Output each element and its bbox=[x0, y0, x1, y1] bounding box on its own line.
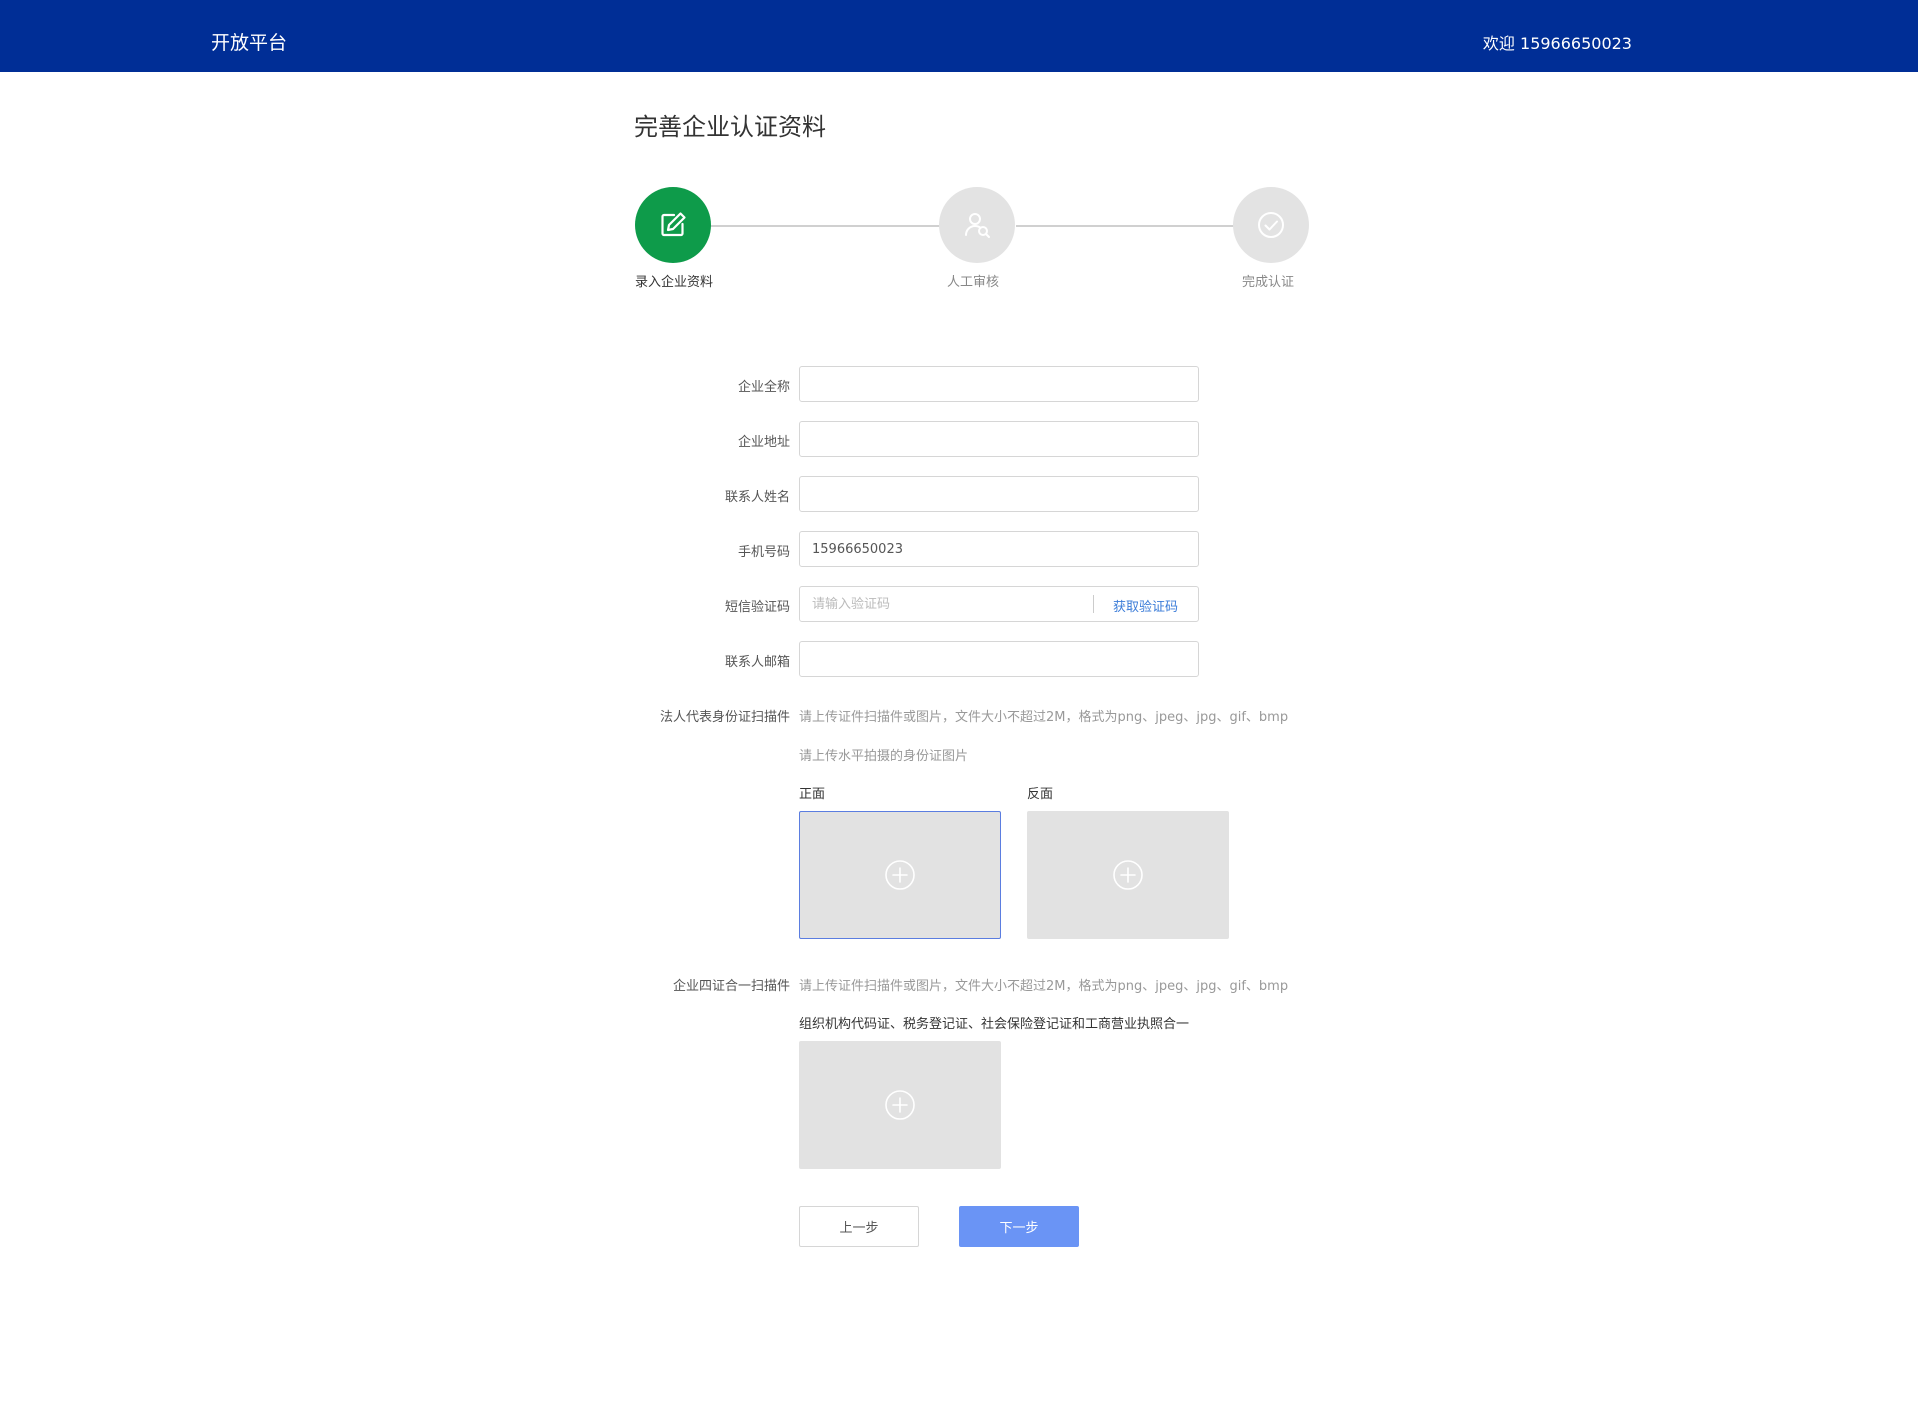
company-address-label: 企业地址 bbox=[737, 435, 790, 450]
phone-label: 手机号码 bbox=[737, 545, 790, 560]
step-3-circle bbox=[1233, 187, 1309, 263]
welcome-user: 欢迎 15966650023 bbox=[1482, 34, 1632, 53]
license-subhint: 组织机构代码证、税务登记证、社会保险登记证和工商营业执照合一 bbox=[799, 1017, 1190, 1032]
license-hint: 请上传证件扫描件或图片，文件大小不超过2M，格式为png、jpeg、jpg、gi… bbox=[799, 979, 1289, 994]
email-input[interactable] bbox=[799, 641, 1199, 677]
id-card-label: 法人代表身份证扫描件 bbox=[659, 710, 790, 725]
contact-name-label: 联系人姓名 bbox=[724, 490, 790, 505]
step-connector bbox=[710, 225, 940, 227]
company-name-label: 企业全称 bbox=[737, 380, 790, 395]
next-step-button[interactable]: 下一步 bbox=[959, 1206, 1079, 1247]
id-back-upload[interactable] bbox=[1027, 811, 1229, 939]
sms-code-label: 短信验证码 bbox=[724, 600, 790, 615]
step-3-label: 完成认证 bbox=[1242, 275, 1295, 290]
company-name-input[interactable] bbox=[799, 366, 1199, 402]
step-2-label: 人工审核 bbox=[947, 275, 1000, 290]
license-label: 企业四证合一扫描件 bbox=[672, 979, 790, 994]
id-front-label: 正面 bbox=[799, 787, 826, 802]
plus-circle-icon bbox=[1113, 860, 1143, 890]
plus-circle-icon bbox=[885, 860, 915, 890]
email-label: 联系人邮箱 bbox=[724, 655, 790, 670]
page-title: 完善企业认证资料 bbox=[634, 113, 826, 141]
review-icon bbox=[965, 213, 990, 238]
check-icon bbox=[1258, 212, 1284, 238]
id-back-label: 反面 bbox=[1027, 787, 1054, 802]
step-2-circle bbox=[939, 187, 1015, 263]
step-1-circle bbox=[635, 187, 711, 263]
id-front-upload[interactable] bbox=[799, 811, 1001, 939]
top-header: 开放平台 欢迎 15966650023 bbox=[0, 0, 1918, 72]
license-upload[interactable] bbox=[799, 1041, 1001, 1169]
id-card-hint: 请上传证件扫描件或图片，文件大小不超过2M，格式为png、jpeg、jpg、gi… bbox=[799, 710, 1289, 725]
get-code-button[interactable]: 获取验证码 bbox=[1113, 596, 1178, 615]
edit-icon bbox=[661, 212, 686, 237]
id-card-subhint: 请上传水平拍摄的身份证图片 bbox=[799, 749, 969, 764]
prev-step-button[interactable]: 上一步 bbox=[799, 1206, 919, 1247]
plus-circle-icon bbox=[885, 1090, 915, 1120]
input-divider bbox=[1093, 595, 1094, 613]
step-connector bbox=[1016, 225, 1234, 227]
step-1-label: 录入企业资料 bbox=[635, 275, 714, 290]
phone-input[interactable] bbox=[799, 531, 1199, 567]
company-address-input[interactable] bbox=[799, 421, 1199, 457]
platform-brand[interactable]: 开放平台 bbox=[211, 28, 287, 55]
contact-name-input[interactable] bbox=[799, 476, 1199, 512]
